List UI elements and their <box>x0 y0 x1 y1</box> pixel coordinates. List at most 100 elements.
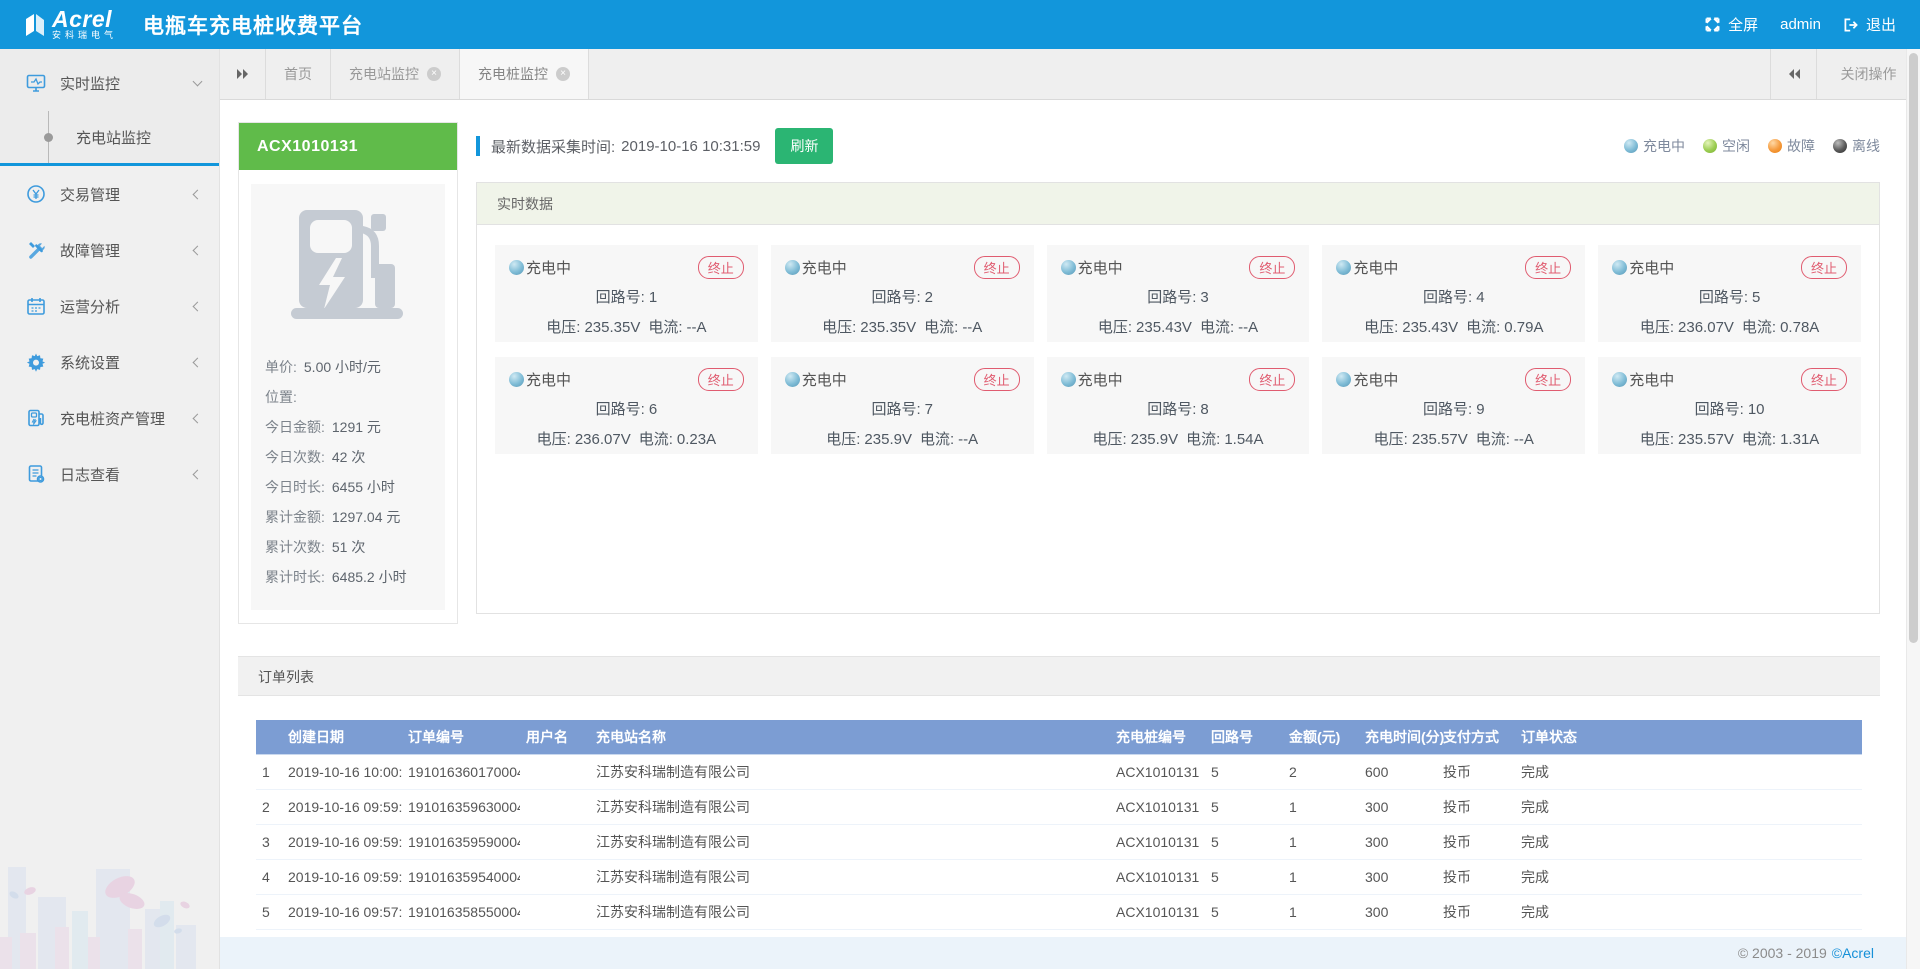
order-index: 3 <box>256 824 282 859</box>
channel-status-label: 充电中 <box>802 257 847 278</box>
refresh-button[interactable]: 刷新 <box>775 128 833 164</box>
terminate-button[interactable]: 终止 <box>1249 368 1295 391</box>
terminate-button[interactable]: 终止 <box>698 368 744 391</box>
loop-label: 回路号: <box>871 289 920 306</box>
submenu-dot <box>44 133 53 142</box>
user-menu[interactable]: admin <box>1780 16 1821 33</box>
legend-idle: 空闲 <box>1703 136 1750 156</box>
terminate-button[interactable]: 终止 <box>1801 368 1847 391</box>
charging-status-icon <box>1612 372 1627 387</box>
close-operations-button[interactable]: 关闭操作 <box>1816 49 1920 99</box>
scrollbar-thumb[interactable] <box>1909 53 1918 643</box>
chevron-left-icon <box>193 413 203 423</box>
sidebar-item-transactions[interactable]: 交易管理 <box>0 166 219 222</box>
sidebar-item-realtime-monitor[interactable]: 实时监控 <box>0 55 219 111</box>
current-value: 0.78A <box>1780 319 1819 336</box>
channel-card: 充电中 终止 回路号:8 电压:235.9V电流:1.54A <box>1047 357 1310 454</box>
sidebar-subitem-station-monitor[interactable]: 充电站监控 <box>0 111 219 163</box>
voltage-label: 电压: <box>1374 431 1408 448</box>
order-row[interactable]: 3 2019-10-16 09:59:19 1910163595900045 江… <box>256 824 1862 859</box>
order-index: 1 <box>256 754 282 789</box>
sidebar-subitem-label: 充电站监控 <box>76 127 151 148</box>
order-station-name: 江苏安科瑞制造有限公司 <box>590 859 1110 894</box>
order-row[interactable]: 5 2019-10-16 09:57:35 1910163585500043 江… <box>256 894 1862 929</box>
charging-status-icon <box>1061 372 1076 387</box>
loop-label: 回路号: <box>1423 289 1472 306</box>
logout-button[interactable]: 退出 <box>1843 14 1896 35</box>
tab-station-monitor[interactable]: 充电站监控 × <box>331 49 460 99</box>
stat-label: 位置: <box>265 389 297 405</box>
tab-close-icon[interactable]: × <box>427 67 441 81</box>
orders-column-header: 用户名 <box>520 720 590 754</box>
order-number: 1910163585500043 <box>402 894 520 929</box>
order-username <box>520 789 590 824</box>
terminate-button[interactable]: 终止 <box>698 256 744 279</box>
order-row[interactable]: 2 2019-10-16 09:59:23 1910163596300046 江… <box>256 789 1862 824</box>
footer-brand-link[interactable]: ©Acrel <box>1832 945 1874 961</box>
idle-status-icon <box>1703 139 1717 153</box>
tab-pile-monitor[interactable]: 充电桩监控 × <box>460 49 589 99</box>
voltage-label: 电压: <box>1098 319 1132 336</box>
order-pile-id: ACX1010131 <box>1110 824 1205 859</box>
sidebar-item-operations-analysis[interactable]: 运营分析 <box>0 278 219 334</box>
legend-fault: 故障 <box>1768 136 1815 156</box>
tabs-scroll-right-button[interactable] <box>1770 49 1816 99</box>
order-list-section: 订单列表 <box>238 656 1880 930</box>
order-station-name: 江苏安科瑞制造有限公司 <box>590 754 1110 789</box>
tab-close-icon[interactable]: × <box>556 67 570 81</box>
loop-label: 回路号: <box>871 401 920 418</box>
chevron-left-icon <box>193 189 203 199</box>
voltage-value: 235.9V <box>1131 431 1179 448</box>
order-row[interactable]: 1 2019-10-16 10:00:17 1910163601700047 江… <box>256 754 1862 789</box>
pile-stat-row: 累计金额:1297.04 元 <box>265 502 445 532</box>
pile-stats-list: 单价:5.00 小时/元 位置: 今日金额:1291 元 <box>251 352 445 592</box>
order-amount: 1 <box>1283 789 1359 824</box>
channel-status-label: 充电中 <box>1629 257 1674 278</box>
order-created: 2019-10-16 09:59:23 <box>282 789 402 824</box>
channel-card: 充电中 终止 回路号:2 电压:235.35V电流:--A <box>771 245 1034 342</box>
order-row[interactable]: 4 2019-10-16 09:59:14 1910163595400044 江… <box>256 859 1862 894</box>
sidebar-item-logs[interactable]: 日志查看 <box>0 446 219 502</box>
terminate-button[interactable]: 终止 <box>1525 368 1571 391</box>
order-amount: 1 <box>1283 859 1359 894</box>
sidebar-item-faults[interactable]: 故障管理 <box>0 222 219 278</box>
tab-label: 充电桩监控 <box>478 64 548 84</box>
charging-pile-icon <box>289 208 407 326</box>
current-label: 电流: <box>1742 319 1776 336</box>
sidebar-item-system-settings[interactable]: 系统设置 <box>0 334 219 390</box>
tabbar-spacer <box>589 49 1770 99</box>
channel-card: 充电中 终止 回路号:1 电压:235.35V电流:--A <box>495 245 758 342</box>
order-status: 完成 <box>1515 859 1862 894</box>
terminate-button[interactable]: 终止 <box>974 256 1020 279</box>
voltage-label: 电压: <box>1640 431 1674 448</box>
stat-value: 51 次 <box>332 539 365 555</box>
sidebar-item-pile-assets[interactable]: 充电桩资产管理 <box>0 390 219 446</box>
stat-label: 累计金额: <box>265 509 325 525</box>
tab-home[interactable]: 首页 <box>266 49 331 99</box>
charging-status-icon <box>1624 139 1638 153</box>
order-duration: 300 <box>1359 859 1437 894</box>
channel-card: 充电中 终止 回路号:5 电压:236.07V电流:0.78A <box>1598 245 1861 342</box>
loop-number: 5 <box>1752 289 1760 306</box>
loop-label: 回路号: <box>596 289 645 306</box>
charging-status-icon <box>1336 260 1351 275</box>
terminate-button[interactable]: 终止 <box>1801 256 1847 279</box>
stat-value: 1291 元 <box>332 419 381 435</box>
order-number: 1910163595400044 <box>402 859 520 894</box>
analysis-icon <box>26 296 46 316</box>
terminate-button[interactable]: 终止 <box>1525 256 1571 279</box>
order-loop: 5 <box>1205 824 1283 859</box>
order-index: 4 <box>256 859 282 894</box>
brand-name: Acrel <box>52 8 117 30</box>
fullscreen-button[interactable]: 全屏 <box>1704 14 1758 35</box>
terminate-button[interactable]: 终止 <box>974 368 1020 391</box>
terminate-button[interactable]: 终止 <box>1249 256 1295 279</box>
legend-label: 空闲 <box>1722 136 1750 156</box>
charging-status-icon <box>785 372 800 387</box>
chevron-down-icon <box>193 76 203 86</box>
col-index <box>256 720 282 754</box>
loop-label: 回路号: <box>1147 289 1196 306</box>
order-status: 完成 <box>1515 789 1862 824</box>
page-title: 电瓶车充电桩收费平台 <box>143 10 363 40</box>
tabs-scroll-left-button[interactable] <box>220 49 266 99</box>
